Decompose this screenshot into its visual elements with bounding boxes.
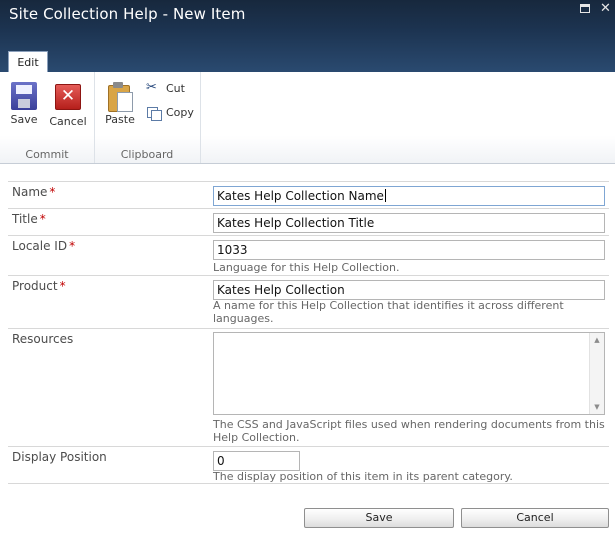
title-label: Title * xyxy=(12,212,46,226)
new-item-form: Name * Kates Help Collection Name Title * … xyxy=(8,181,609,484)
ribbon: Save ✕ Cancel Commit Paste ✂ Cut Copy Cl… xyxy=(0,72,615,164)
copy-button[interactable]: Copy xyxy=(146,104,196,122)
form-row-resources: Resources ▲ ▼ The CSS and JavaScript fil… xyxy=(8,328,609,446)
tab-edit[interactable]: Edit xyxy=(8,51,48,73)
cancel-icon: ✕ xyxy=(55,84,81,110)
form-row-name: Name * Kates Help Collection Name xyxy=(8,181,609,208)
cancel-ribbon-button[interactable]: ✕ Cancel xyxy=(46,82,90,128)
copy-icon xyxy=(147,107,162,121)
product-input[interactable]: Kates Help Collection xyxy=(213,280,605,300)
required-marker: * xyxy=(49,185,56,199)
scroll-up-icon[interactable]: ▲ xyxy=(590,335,604,345)
title-input[interactable]: Kates Help Collection Title xyxy=(213,213,605,233)
resources-textarea[interactable]: ▲ ▼ xyxy=(213,332,605,415)
cancel-ribbon-label: Cancel xyxy=(49,115,87,128)
form-row-product: Product * Kates Help Collection A name fo… xyxy=(8,275,609,328)
resources-label: Resources xyxy=(12,332,74,346)
required-marker: * xyxy=(69,239,76,253)
form-row-title: Title * Kates Help Collection Title xyxy=(8,208,609,235)
paste-label: Paste xyxy=(105,113,135,126)
locale-id-input[interactable]: 1033 xyxy=(213,240,605,260)
textarea-scrollbar[interactable]: ▲ ▼ xyxy=(589,333,604,414)
paste-icon xyxy=(107,82,133,112)
commit-group-label: Commit xyxy=(25,148,69,161)
cancel-button[interactable]: Cancel xyxy=(461,508,609,528)
display-position-input[interactable]: 0 xyxy=(213,451,300,471)
name-input[interactable]: Kates Help Collection Name xyxy=(213,186,605,206)
cut-button[interactable]: ✂ Cut xyxy=(146,80,196,98)
ribbon-group-clipboard: Paste ✂ Cut Copy Clipboard xyxy=(94,72,201,163)
save-ribbon-button[interactable]: Save xyxy=(2,82,46,126)
display-position-description: The display position of this item in its… xyxy=(213,470,513,483)
clipboard-group-label: Clipboard xyxy=(120,148,174,161)
copy-label: Copy xyxy=(166,106,194,119)
save-ribbon-label: Save xyxy=(10,113,38,126)
dialog-title-bar: Site Collection Help - New Item ✕ Edit xyxy=(0,0,615,73)
dialog-title: Site Collection Help - New Item xyxy=(9,5,246,23)
text-caret xyxy=(384,189,386,202)
save-icon xyxy=(11,82,37,110)
scroll-down-icon[interactable]: ▼ xyxy=(590,402,604,412)
form-row-display-position: Display Position 0 The display position … xyxy=(8,446,609,484)
restore-icon[interactable] xyxy=(580,4,590,13)
scissors-icon: ✂ xyxy=(146,80,157,95)
save-button[interactable]: Save xyxy=(304,508,454,528)
required-marker: * xyxy=(39,212,46,226)
cut-label: Cut xyxy=(166,82,185,95)
ribbon-group-commit: Save ✕ Cancel Commit xyxy=(0,72,95,163)
product-label: Product * xyxy=(12,279,66,293)
locale-description: Language for this Help Collection. xyxy=(213,261,400,274)
display-position-label: Display Position xyxy=(12,450,107,464)
form-row-locale: Locale ID * 1033 Language for this Help C… xyxy=(8,235,609,275)
required-marker: * xyxy=(59,279,66,293)
locale-label: Locale ID * xyxy=(12,239,76,253)
close-icon[interactable]: ✕ xyxy=(600,1,611,17)
resources-description: The CSS and JavaScript files used when r… xyxy=(213,418,605,444)
paste-button[interactable]: Paste xyxy=(98,82,142,126)
name-label: Name * xyxy=(12,185,56,199)
product-description: A name for this Help Collection that ide… xyxy=(213,299,564,325)
